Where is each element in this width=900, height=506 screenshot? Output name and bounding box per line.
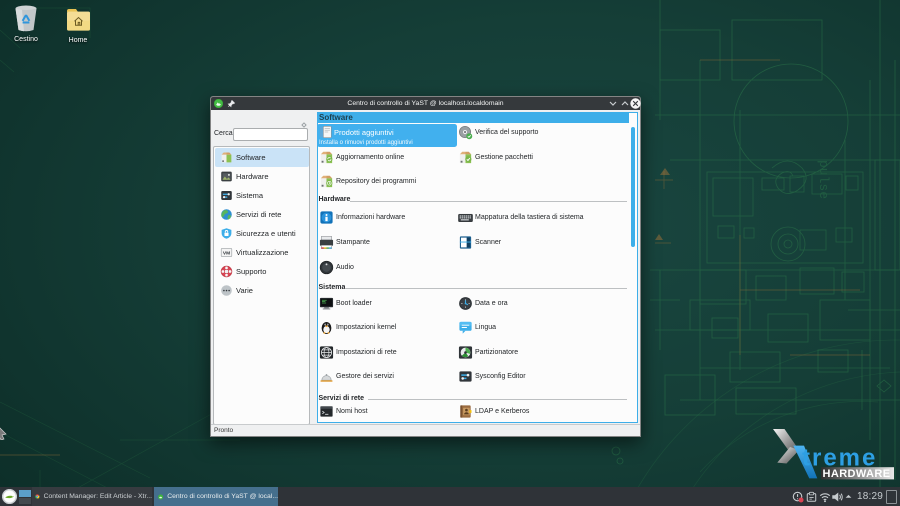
svg-text:pulse: pulse — [816, 160, 831, 199]
svg-text:HARDWARE: HARDWARE — [823, 468, 891, 480]
svg-text:VM: VM — [223, 251, 230, 257]
